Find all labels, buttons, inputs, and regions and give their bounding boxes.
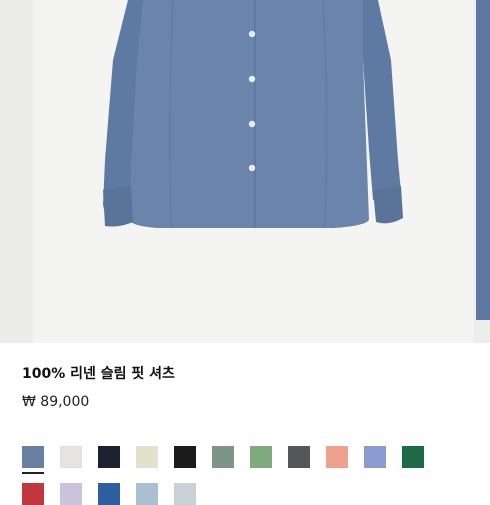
color-swatch[interactable] <box>98 483 120 505</box>
color-swatch[interactable] <box>326 446 348 468</box>
color-swatch[interactable] <box>288 446 310 468</box>
next-image-peek[interactable] <box>474 0 490 343</box>
color-swatch[interactable] <box>136 446 158 468</box>
color-swatch[interactable] <box>22 483 44 505</box>
next-image-shirt <box>476 0 490 320</box>
color-swatch[interactable] <box>212 446 234 468</box>
product-title: 100% 리넨 슬림 핏 셔츠 <box>22 366 175 382</box>
color-swatch[interactable] <box>60 483 82 505</box>
color-swatch[interactable] <box>22 446 44 468</box>
color-swatch[interactable] <box>136 483 158 505</box>
color-swatch[interactable] <box>174 446 196 468</box>
color-swatch[interactable] <box>402 446 424 468</box>
product-image[interactable] <box>33 0 473 343</box>
color-swatch[interactable] <box>98 446 120 468</box>
shirt-photo <box>103 0 403 229</box>
previous-image-peek[interactable] <box>0 0 33 343</box>
color-swatch[interactable] <box>364 446 386 468</box>
product-price: ₩ 89,000 <box>22 394 90 410</box>
product-image-gallery[interactable] <box>0 0 490 343</box>
color-swatch[interactable] <box>174 483 196 505</box>
color-swatch[interactable] <box>250 446 272 468</box>
selected-swatch-indicator <box>22 472 44 474</box>
color-swatch[interactable] <box>60 446 82 468</box>
